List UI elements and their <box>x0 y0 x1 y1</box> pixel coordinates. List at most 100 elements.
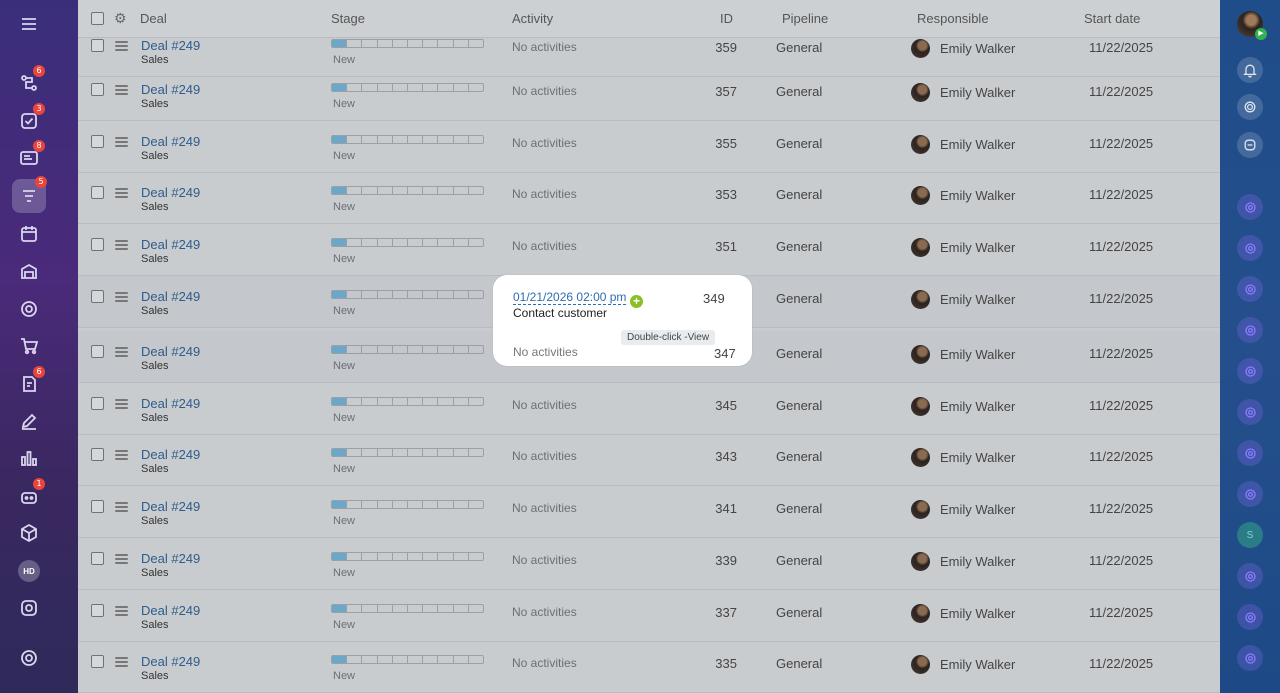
stage-progress-bar[interactable] <box>331 655 484 664</box>
drag-handle-icon[interactable] <box>115 399 128 411</box>
stage-progress-bar[interactable] <box>331 238 484 247</box>
add-activity-icon[interactable]: + <box>630 295 643 308</box>
responsible-name[interactable]: Emily Walker <box>940 606 1015 621</box>
row-checkbox[interactable] <box>91 290 104 303</box>
nav-goals[interactable] <box>14 294 44 324</box>
column-stage[interactable]: Stage <box>331 11 365 26</box>
chat-icon[interactable] <box>1237 276 1263 302</box>
stage-progress-bar[interactable] <box>331 186 484 195</box>
table-row[interactable]: Deal #249 Sales New No activities 339 General… <box>78 538 1220 590</box>
nav-analytics[interactable] <box>14 443 44 473</box>
responsible-avatar[interactable] <box>911 552 930 571</box>
chat-icon[interactable] <box>1237 358 1263 384</box>
responsible-name[interactable]: Emily Walker <box>940 502 1015 517</box>
nav-crm[interactable]: 5 <box>12 176 47 213</box>
row-checkbox[interactable] <box>91 500 104 513</box>
stage-progress-bar[interactable] <box>331 135 484 144</box>
nav-messages[interactable]: 8 <box>14 140 45 173</box>
column-start-date[interactable]: Start date <box>1084 11 1140 26</box>
stage-progress-bar[interactable] <box>331 345 484 354</box>
column-deal[interactable]: Deal <box>140 11 167 26</box>
copilot-icon[interactable] <box>1237 94 1263 120</box>
chat-sync-icon[interactable] <box>1237 132 1263 158</box>
drag-handle-icon[interactable] <box>115 292 128 304</box>
chat-icon[interactable] <box>1237 194 1263 220</box>
responsible-avatar[interactable] <box>911 448 930 467</box>
responsible-name[interactable]: Emily Walker <box>940 85 1015 100</box>
stage-progress-bar[interactable] <box>331 39 484 48</box>
table-row[interactable]: Deal #249 Sales New No activities 343 General… <box>78 434 1220 486</box>
deal-title-link[interactable]: Deal #249 <box>141 551 200 566</box>
drag-handle-icon[interactable] <box>115 188 128 200</box>
stage-progress-bar[interactable] <box>331 290 484 299</box>
deal-title-link[interactable]: Deal #249 <box>141 134 200 149</box>
responsible-avatar[interactable] <box>911 604 930 623</box>
nav-calendar[interactable] <box>14 219 44 249</box>
drag-handle-icon[interactable] <box>115 450 128 462</box>
row-checkbox[interactable] <box>91 238 104 251</box>
responsible-name[interactable]: Emily Walker <box>940 399 1015 414</box>
chat-icon[interactable] <box>1237 440 1263 466</box>
deal-title-link[interactable]: Deal #249 <box>141 396 200 411</box>
stage-progress-bar[interactable] <box>331 604 484 613</box>
chat-icon[interactable] <box>1237 604 1263 630</box>
drag-handle-icon[interactable] <box>115 657 128 669</box>
table-row[interactable]: Deal #249 Sales New No activities 357 General… <box>78 69 1220 121</box>
nav-bot[interactable]: 1 <box>14 478 45 511</box>
responsible-name[interactable]: Emily Walker <box>940 292 1015 307</box>
stage-progress-bar[interactable] <box>331 552 484 561</box>
user-avatar[interactable]: ▶ <box>1237 11 1267 40</box>
deal-title-link[interactable]: Deal #249 <box>141 603 200 618</box>
row-checkbox[interactable] <box>91 83 104 96</box>
table-row[interactable]: Deal #249 Sales New No activities 351 General… <box>78 224 1220 276</box>
deal-title-link[interactable]: Deal #249 <box>141 499 200 514</box>
drag-handle-icon[interactable] <box>115 502 128 514</box>
table-row[interactable]: Deal #249 Sales New No activities 335 General… <box>78 641 1220 693</box>
responsible-name[interactable]: Emily Walker <box>940 450 1015 465</box>
drag-handle-icon[interactable] <box>115 41 128 53</box>
column-activity[interactable]: Activity <box>512 11 553 26</box>
stage-progress-bar[interactable] <box>331 83 484 92</box>
deal-title-link[interactable]: Deal #249 <box>141 447 200 462</box>
row-checkbox[interactable] <box>91 448 104 461</box>
responsible-name[interactable]: Emily Walker <box>940 188 1015 203</box>
table-row[interactable]: Deal #249 Sales New No activities 353 General… <box>78 172 1220 224</box>
responsible-avatar[interactable] <box>911 397 930 416</box>
row-checkbox[interactable] <box>91 397 104 410</box>
responsible-avatar[interactable] <box>911 500 930 519</box>
nav-flows[interactable]: 6 <box>14 65 45 98</box>
drag-handle-icon[interactable] <box>115 554 128 566</box>
chat-icon[interactable] <box>1237 645 1263 671</box>
table-row[interactable]: Deal #249 Sales New No activities 345 General… <box>78 383 1220 435</box>
drag-handle-icon[interactable] <box>115 137 128 149</box>
nav-catalog[interactable] <box>14 518 44 548</box>
table-row[interactable]: Deal #249 Sales New No activities 341 General… <box>78 486 1220 538</box>
stage-progress-bar[interactable] <box>331 397 484 406</box>
deal-title-link[interactable]: Deal #249 <box>141 344 200 359</box>
row-checkbox[interactable] <box>91 552 104 565</box>
row-checkbox[interactable] <box>91 604 104 617</box>
gear-icon[interactable]: ⚙ <box>114 10 127 27</box>
row-checkbox[interactable] <box>91 655 104 668</box>
responsible-avatar[interactable] <box>911 238 930 257</box>
chat-icon[interactable] <box>1237 317 1263 343</box>
chat-avatar-s[interactable]: S <box>1237 522 1263 548</box>
row-checkbox[interactable] <box>91 186 104 199</box>
column-responsible[interactable]: Responsible <box>917 11 989 26</box>
drag-handle-icon[interactable] <box>115 347 128 359</box>
stage-progress-bar[interactable] <box>331 448 484 457</box>
deal-title-link[interactable]: Deal #249 <box>141 38 200 53</box>
nav-tasks[interactable]: 3 <box>14 103 45 136</box>
nav-documents[interactable]: 6 <box>14 366 45 399</box>
responsible-name[interactable]: Emily Walker <box>940 240 1015 255</box>
menu-icon[interactable] <box>14 9 44 39</box>
nav-settings[interactable] <box>14 643 44 673</box>
deal-title-link[interactable]: Deal #249 <box>141 654 200 669</box>
responsible-avatar[interactable] <box>911 39 930 58</box>
responsible-avatar[interactable] <box>911 345 930 364</box>
row-checkbox[interactable] <box>91 135 104 148</box>
chat-icon[interactable] <box>1237 235 1263 261</box>
responsible-avatar[interactable] <box>911 186 930 205</box>
stage-progress-bar[interactable] <box>331 500 484 509</box>
row-checkbox[interactable] <box>91 39 104 52</box>
